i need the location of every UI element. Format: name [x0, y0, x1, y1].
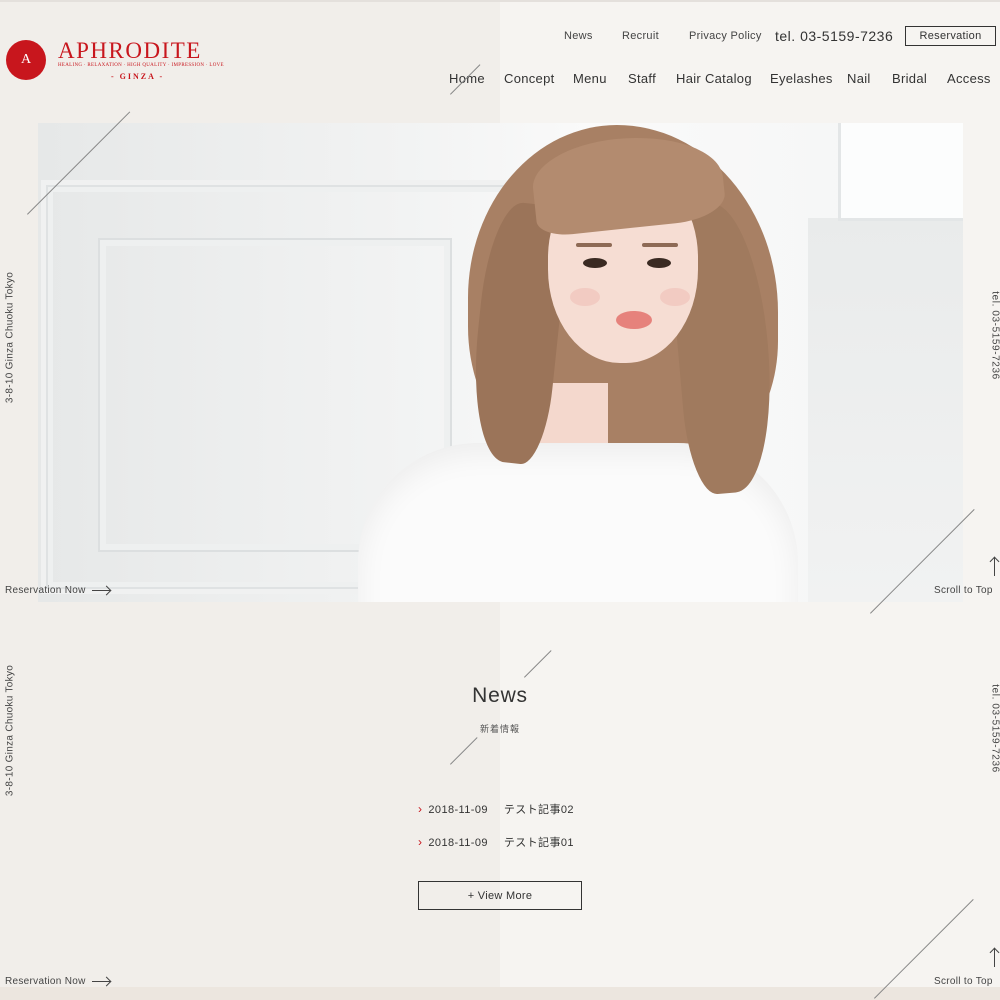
model-cheek-left — [570, 288, 600, 306]
brand-location: - GINZA - — [111, 72, 165, 81]
window — [838, 123, 963, 221]
reservation-now-link[interactable]: Reservation Now — [5, 585, 110, 596]
news-date: 2018-11-09 — [428, 804, 488, 816]
model-brow-right — [642, 243, 678, 247]
news-date: 2018-11-09 — [428, 837, 488, 849]
nav-nail[interactable]: Nail — [847, 71, 871, 86]
reservation-button[interactable]: Reservation — [905, 26, 996, 46]
model-cheek-right — [660, 288, 690, 306]
arrow-up-icon — [994, 558, 995, 576]
util-link-recruit[interactable]: Recruit — [622, 30, 659, 42]
reservation-now-label-2: Reservation Now — [5, 976, 86, 987]
reservation-now-label: Reservation Now — [5, 585, 86, 596]
arrow-right-icon — [91, 980, 110, 982]
chevron-right-icon: › — [418, 835, 423, 849]
util-link-news[interactable]: News — [564, 30, 593, 42]
hero-image — [38, 123, 963, 602]
top-border — [0, 0, 1000, 2]
model-lips — [616, 311, 652, 329]
arrow-up-icon — [994, 949, 995, 967]
model-eye-right — [647, 258, 671, 268]
util-link-privacy-policy[interactable]: Privacy Policy — [689, 30, 762, 42]
news-list-item[interactable]: › 2018-11-09 テスト記事02 — [418, 801, 574, 817]
brand-name: APHRODITE — [58, 38, 202, 63]
reservation-now-link-2[interactable]: Reservation Now — [5, 976, 110, 987]
nav-access[interactable]: Access — [947, 71, 991, 86]
model-brow-left — [576, 243, 612, 247]
chevron-right-icon: › — [418, 802, 423, 816]
side-tel-2[interactable]: tel. 03-5159-7236 — [990, 659, 1000, 799]
brand-logo[interactable]: A APHRODITE HEALING · RELAXATION · HIGH … — [6, 38, 226, 90]
logo-mark: A — [6, 40, 46, 80]
nav-menu[interactable]: Menu — [573, 71, 607, 86]
nav-eyelashes[interactable]: Eyelashes — [770, 71, 833, 86]
nav-hair-catalog[interactable]: Hair Catalog — [676, 71, 752, 86]
news-title: テスト記事02 — [503, 804, 574, 816]
nav-bridal[interactable]: Bridal — [892, 71, 927, 86]
bottom-band — [0, 987, 1000, 1000]
news-heading: News — [472, 684, 528, 707]
news-title: テスト記事01 — [503, 837, 574, 849]
nav-staff[interactable]: Staff — [628, 71, 656, 86]
news-list-item[interactable]: › 2018-11-09 テスト記事01 — [418, 834, 574, 850]
nav-home[interactable]: Home — [449, 71, 485, 86]
scroll-to-top-link[interactable]: Scroll to Top — [934, 585, 993, 596]
arrow-right-icon — [91, 589, 110, 591]
news-subheading: 新着情報 — [479, 724, 520, 734]
side-tel[interactable]: tel. 03-5159-7236 — [990, 266, 1000, 406]
scroll-to-top-link-2[interactable]: Scroll to Top — [934, 976, 993, 987]
model-eye-left — [583, 258, 607, 268]
brand-tagline: HEALING · RELAXATION · HIGH QUALITY · IM… — [58, 63, 224, 68]
header-tel[interactable]: tel. 03-5159-7236 — [775, 28, 893, 44]
view-more-button[interactable]: + View More — [418, 881, 582, 910]
side-address: 3-8-10 Ginza Chuoku Tokyo — [4, 271, 16, 404]
side-address-2: 3-8-10 Ginza Chuoku Tokyo — [4, 664, 16, 797]
nav-concept[interactable]: Concept — [504, 71, 555, 86]
